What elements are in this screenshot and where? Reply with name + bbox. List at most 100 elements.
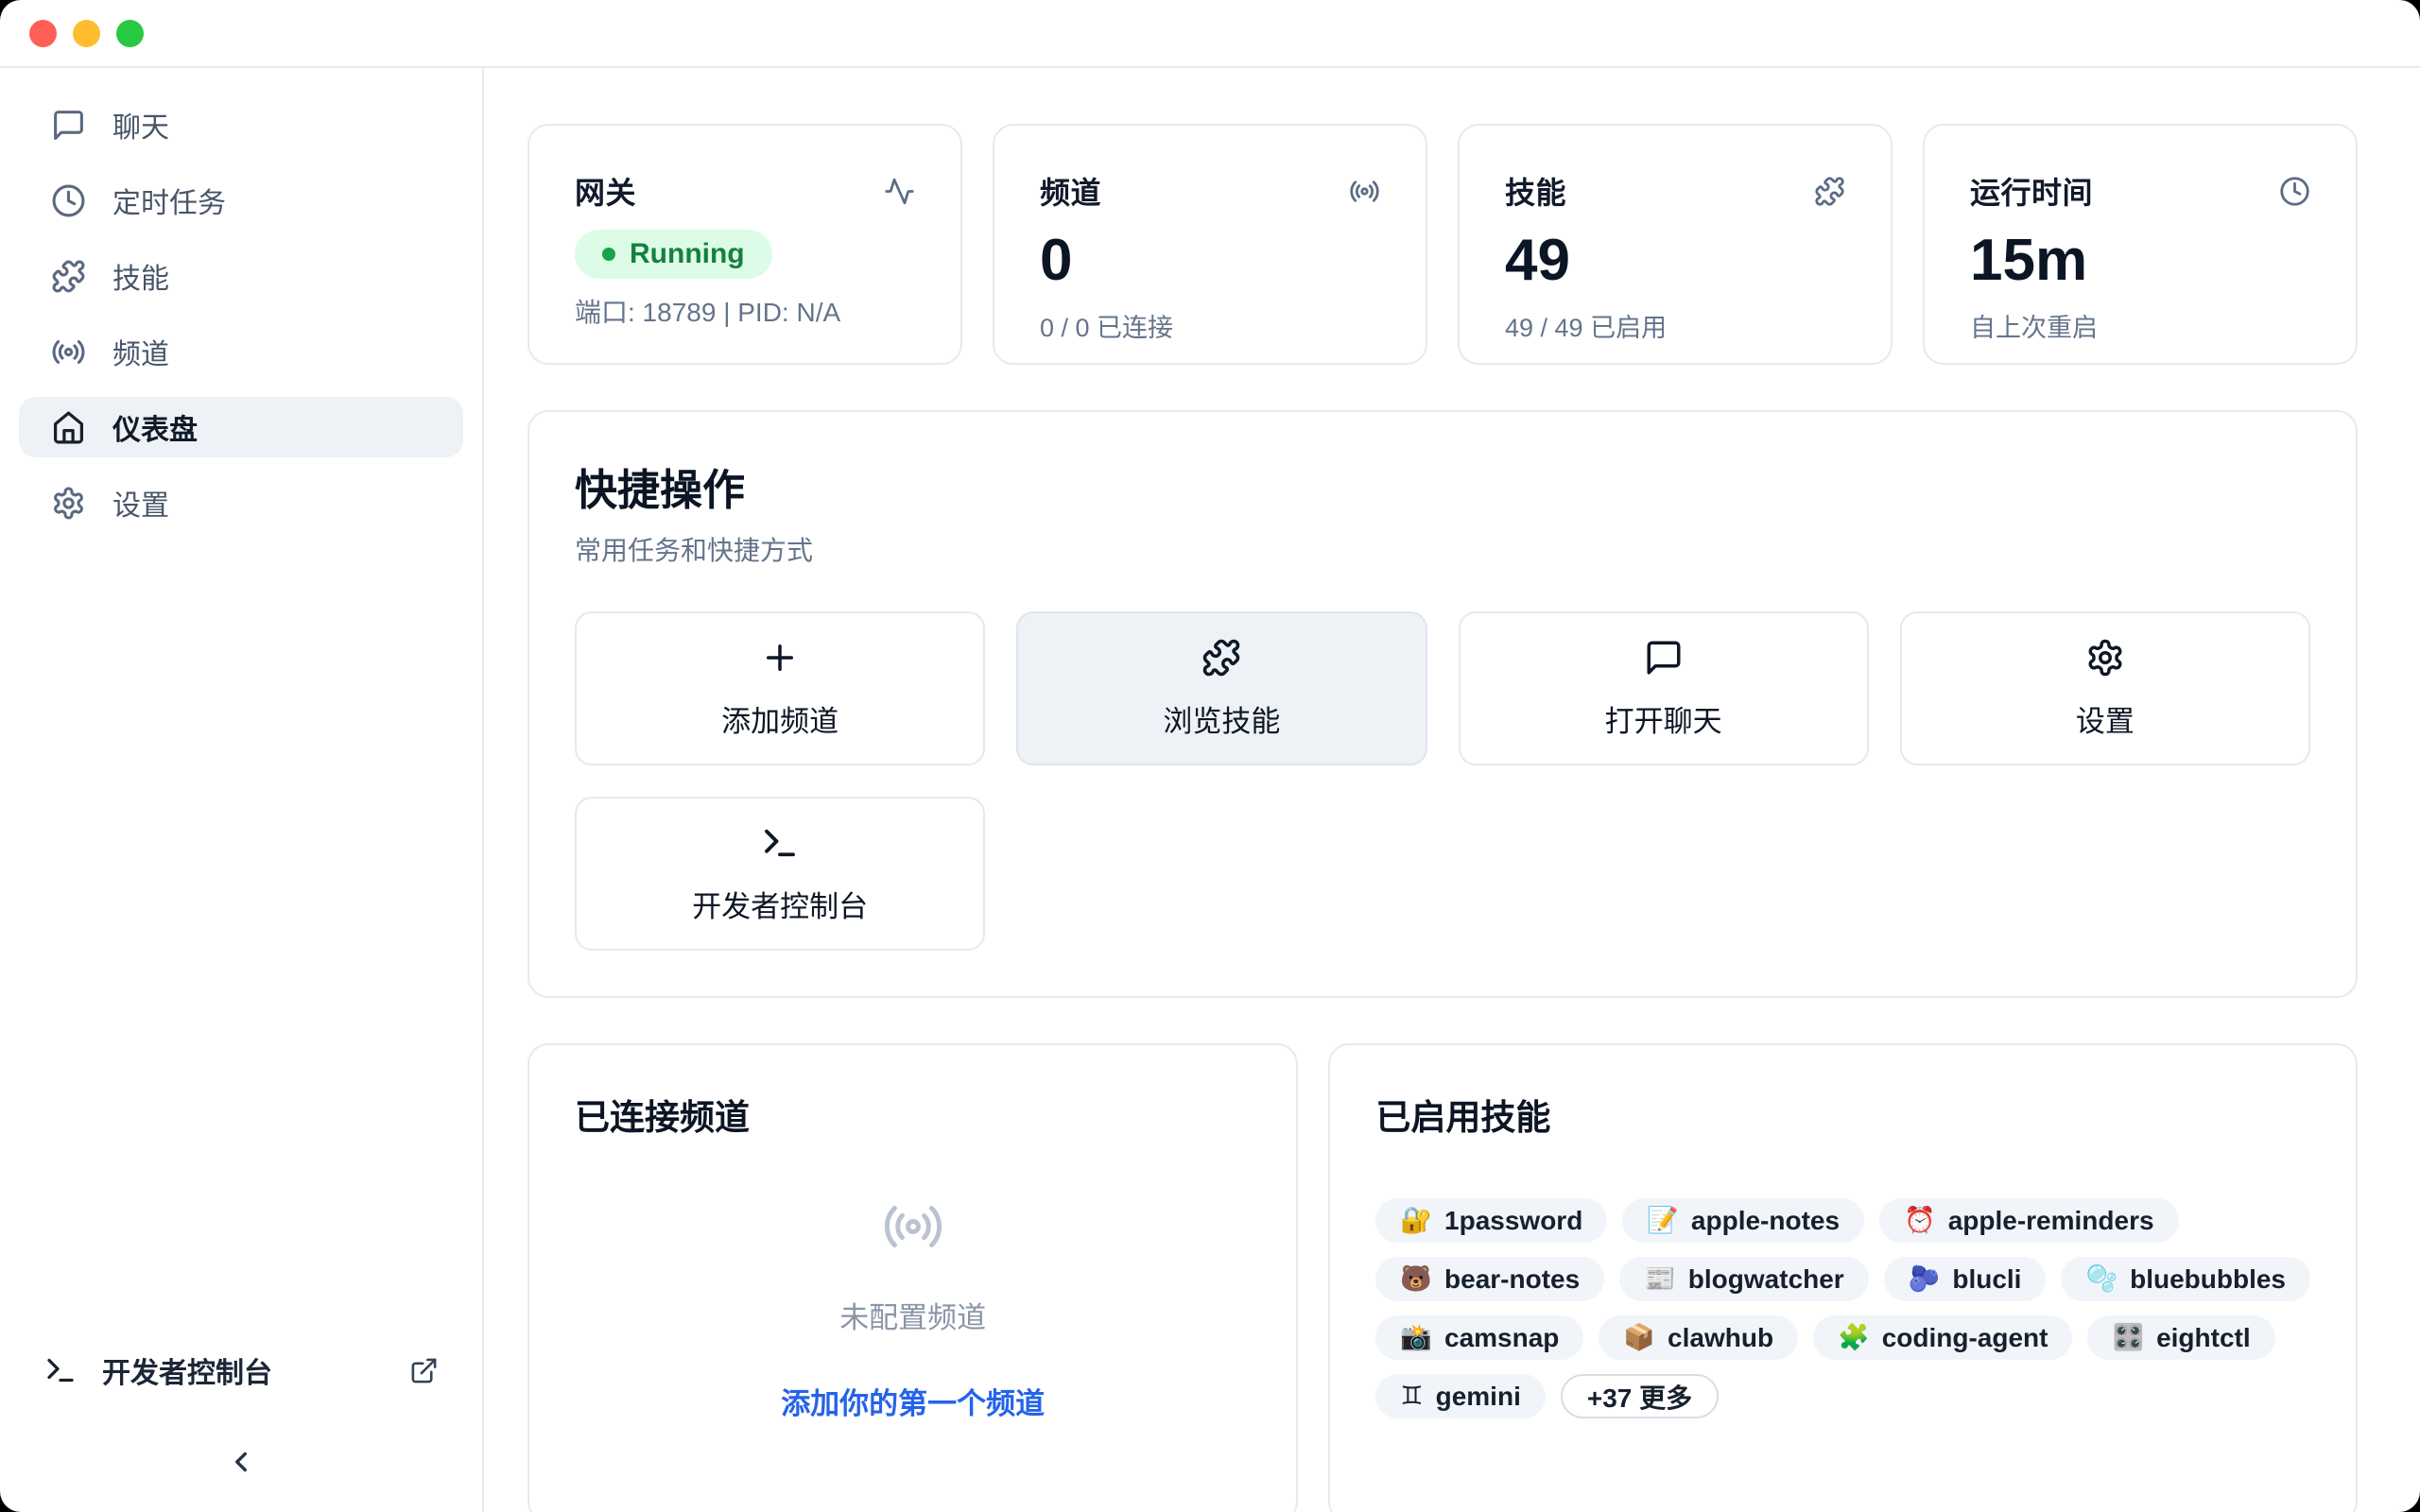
skills-chip-list: 🔐 1password 📝 apple-notes ⏰apple-reminders… [1375,1198,2310,1418]
radio-icon [882,1195,944,1258]
gateway-card: 网关 Running 端口: 18789 | PID: N/A [527,124,962,365]
skills-card: 技能 49 49 / 49 已启用 [1458,124,1893,365]
browse-skills-button[interactable]: 浏览技能 [1016,611,1426,765]
channels-card-title: 频道 [1040,169,1101,213]
skill-chip: 🫐blucli [1884,1257,2047,1301]
gateway-detail: 端口: 18789 | PID: N/A [575,292,915,330]
sidebar-item-label: 设置 [112,482,169,524]
enabled-skills-panel: 已启用技能 🔐 1password 📝 apple-notes ⏰apple-rem… [1328,1043,2358,1512]
skill-chip-label: camsnap [1444,1323,1559,1353]
message-square-icon [51,108,86,143]
skill-emoji: 🐻 [1400,1266,1432,1292]
radio-icon [1349,176,1380,207]
sidebar-item-label: 频道 [112,331,169,372]
skills-detail: 49 / 49 已启用 [1505,307,1845,344]
sidebar-item-scheduled-tasks[interactable]: 定时任务 [19,170,463,231]
skill-chip: 🐻bear-notes [1375,1257,1604,1301]
gear-icon [51,486,86,521]
minimize-button[interactable] [73,20,100,47]
enabled-skills-title: 已启用技能 [1375,1089,2310,1140]
skill-chip: 🧩coding-agent [1813,1315,2072,1360]
skill-chip-label: coding-agent [1882,1323,2048,1353]
status-dot [602,248,615,261]
sidebar-item-dashboard[interactable]: 仪表盘 [19,397,463,457]
message-square-icon [1644,638,1684,678]
plus-icon [760,638,800,678]
skill-emoji: ♊ [1400,1383,1423,1409]
channels-card: 频道 0 0 / 0 已连接 [993,124,1427,365]
skill-emoji: 📝 [1647,1208,1679,1233]
title-bar [0,0,2420,68]
sidebar-item-skills[interactable]: 技能 [19,246,463,306]
settings-label: 设置 [2076,697,2135,740]
skill-chip-label: blogwatcher [1688,1264,1844,1295]
channels-empty-state: 未配置频道 添加你的第一个频道 [575,1140,1251,1477]
sidebar-item-settings[interactable]: 设置 [19,472,463,533]
skill-chip-label: bluebubbles [2130,1264,2286,1295]
home-icon [51,410,86,445]
skill-chip: ⏰apple-reminders [1879,1198,2178,1243]
add-first-channel-link[interactable]: 添加你的第一个频道 [781,1380,1045,1422]
sidebar-item-label: 聊天 [112,104,169,146]
app-window: 聊天 定时任务 技能 频道 仪表盘 设置 [0,0,2420,1512]
quick-actions-grid: 添加频道 浏览技能 打开聊天 设置 [575,611,2310,951]
gateway-card-title: 网关 [575,169,636,213]
skill-chip-label: gemini [1436,1382,1521,1412]
clock-icon [2279,176,2310,207]
clock-icon [51,183,86,218]
skill-chip-label: 1password [1444,1206,1582,1236]
sidebar-item-chat[interactable]: 聊天 [19,94,463,155]
skill-chip-label: blucli [1952,1264,2021,1295]
terminal-icon [43,1353,78,1387]
more-skills-chip[interactable]: +37 更多 [1561,1374,1719,1418]
puzzle-icon [1201,638,1241,678]
gateway-status-label: Running [630,238,745,270]
browse-skills-label: 浏览技能 [1163,697,1280,740]
skill-chip: ♊ gemini [1375,1374,1545,1418]
activity-icon [884,176,915,207]
developer-console-link[interactable]: 开发者控制台 [19,1349,463,1391]
gear-icon [2085,638,2125,678]
puzzle-icon [1814,176,1845,207]
close-button[interactable] [29,20,57,47]
quick-actions-title: 快捷操作 [575,455,2310,517]
skill-chip: 📰 blogwatcher [1619,1257,1869,1301]
skill-chip-label: apple-notes [1691,1206,1840,1236]
sidebar: 聊天 定时任务 技能 频道 仪表盘 设置 [0,68,484,1512]
skill-chip: 🫧bluebubbles [2061,1257,2310,1301]
sidebar-item-label: 技能 [112,255,169,297]
main-content: 网关 Running 端口: 18789 | PID: N/A 频道 0 [484,68,2420,1512]
skill-chip: 📦clawhub [1599,1315,1798,1360]
quick-actions-card: 快捷操作 常用任务和快捷方式 添加频道 浏览技能 打开聊天 [527,410,2358,998]
skill-emoji: 🔐 [1400,1208,1432,1233]
add-channel-button[interactable]: 添加频道 [575,611,985,765]
skill-chip-label: eightctl [2156,1323,2251,1353]
connected-channels-title: 已连接频道 [575,1089,1251,1140]
skill-emoji: 🎛️ [2112,1325,2144,1350]
skills-count: 49 [1505,232,1845,290]
developer-console-button[interactable]: 开发者控制台 [575,797,985,951]
skill-chip-label: apple-reminders [1948,1206,2154,1236]
open-chat-button[interactable]: 打开聊天 [1459,611,1869,765]
settings-button[interactable]: 设置 [1900,611,2310,765]
connected-channels-panel: 已连接频道 未配置频道 添加你的第一个频道 [527,1043,1298,1512]
sidebar-footer: 开发者控制台 [19,1349,463,1478]
window-controls [29,20,144,47]
radio-icon [51,335,86,369]
collapse-sidebar-button[interactable] [225,1446,257,1478]
zoom-button[interactable] [116,20,144,47]
sidebar-item-label: 仪表盘 [112,406,198,448]
uptime-card: 运行时间 15m 自上次重启 [1923,124,2358,365]
puzzle-icon [51,259,86,294]
skill-chip: 🎛️ eightctl [2087,1315,2274,1360]
channels-detail: 0 / 0 已连接 [1040,307,1380,344]
skill-emoji: 📰 [1644,1266,1676,1292]
uptime-value: 15m [1970,232,2310,290]
sidebar-item-channels[interactable]: 频道 [19,321,463,382]
skill-chip-label: clawhub [1668,1323,1773,1353]
open-chat-label: 打开聊天 [1605,697,1722,740]
skill-emoji: 📸 [1400,1325,1432,1350]
gateway-status-badge: Running [575,230,772,279]
skill-chip: 📸 camsnap [1375,1315,1583,1360]
developer-console-label: 开发者控制台 [102,1349,272,1391]
